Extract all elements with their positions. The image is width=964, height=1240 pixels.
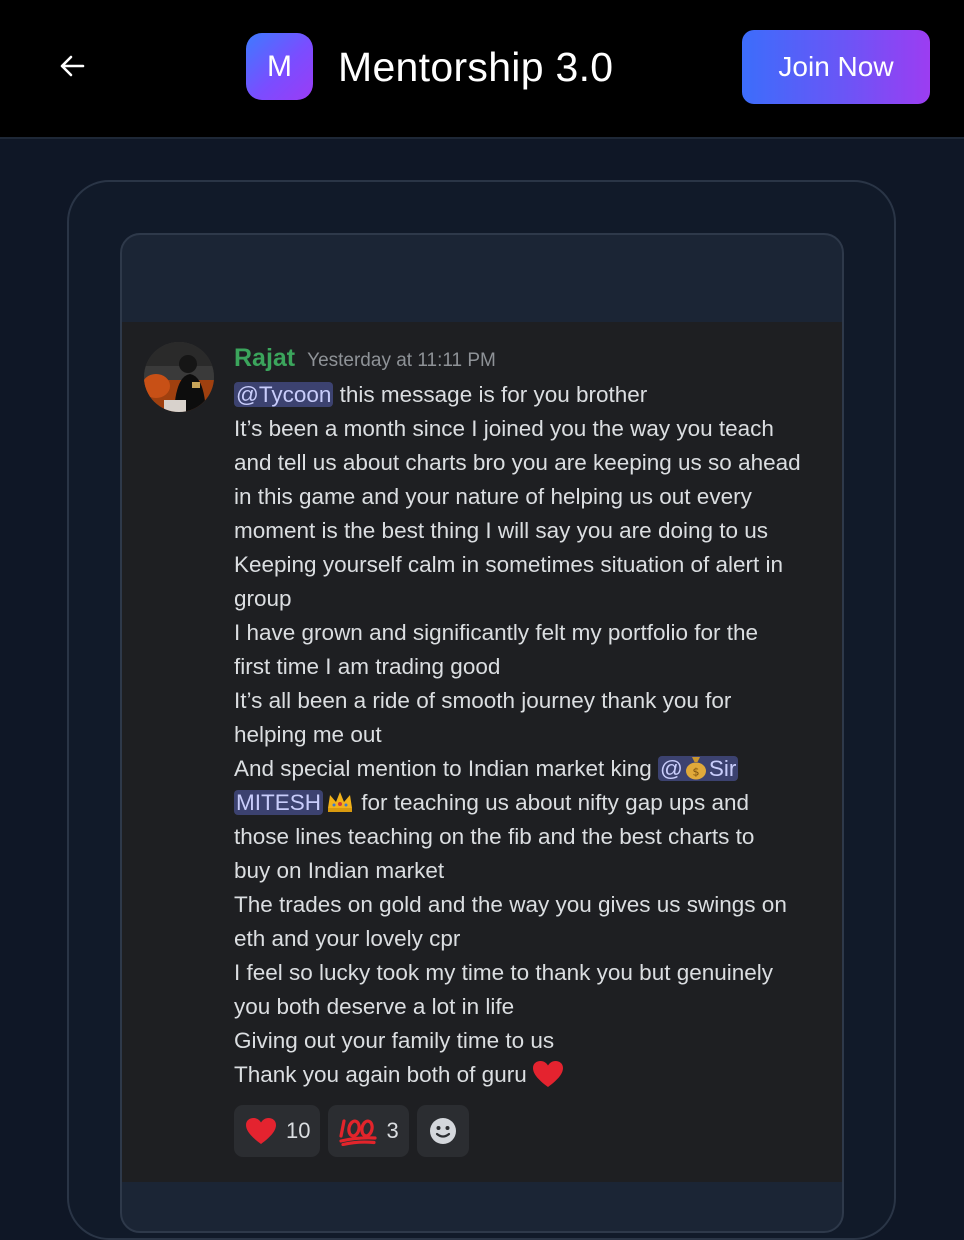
add-reaction-button[interactable] [416, 1105, 469, 1157]
message-line: Keeping yourself calm in sometimes situa… [234, 552, 784, 577]
message-line: Giving out your family time to us [234, 1028, 555, 1053]
message-line: and tell us about charts bro you are kee… [234, 450, 801, 475]
message-line: MITESH for teaching us about nifty gap u… [234, 790, 750, 815]
chat-message: Rajat Yesterday at 11:11 PM @Tycoon this … [122, 322, 842, 1182]
crown-icon [328, 792, 353, 812]
message-line: I have grown and significantly felt my p… [234, 620, 759, 645]
message-line: The trades on gold and the way you gives… [234, 892, 787, 917]
screenshot-frame: Rajat Yesterday at 11:11 PM @Tycoon this … [120, 233, 844, 1233]
logo-letter: M [267, 49, 292, 83]
message-line: It’s been a month since I joined you the… [234, 416, 774, 441]
money-bag-icon: $ [685, 757, 706, 780]
avatar[interactable] [144, 342, 214, 412]
message-line: those lines teaching on the fib and the … [234, 824, 755, 849]
add-reaction-icon [429, 1118, 456, 1144]
message-line: Thank you again both of guru [234, 1058, 834, 1092]
message-line: group [234, 586, 292, 611]
message-line: moment is the best thing I will say you … [234, 518, 769, 543]
message-line: And special mention to Indian market kin… [234, 756, 739, 781]
back-arrow-icon[interactable] [52, 46, 92, 86]
svg-text:$: $ [692, 766, 699, 779]
message-line: @Tycoon this message is for you brother [234, 382, 648, 407]
mention-tycoon[interactable]: @Tycoon [234, 382, 334, 407]
reaction-count: 10 [286, 1118, 311, 1143]
reactions-bar: 10 3 [234, 1105, 469, 1157]
message-line: eth and your lovely cpr [234, 926, 461, 951]
mention-sir-mitesh[interactable]: @ $ Sir [657, 756, 739, 781]
message-line: first time I am trading good [234, 654, 501, 679]
message-header: Rajat Yesterday at 11:11 PM [234, 344, 496, 380]
timestamp: Yesterday at 11:11 PM [307, 350, 496, 371]
message-line: helping me out [234, 722, 382, 747]
page-title: Mentorship 3.0 [338, 44, 614, 90]
red-heart-icon [532, 1061, 563, 1087]
heart-icon [246, 1118, 276, 1144]
message-line: you both deserve a lot in life [234, 994, 515, 1019]
message-line: in this game and your nature of helping … [234, 484, 752, 509]
reaction-count: 3 [386, 1118, 399, 1143]
message-line: It’s all been a ride of smooth journey t… [234, 688, 732, 713]
community-logo: M [246, 33, 313, 100]
message-line: I feel so lucky took my time to thank yo… [234, 960, 774, 985]
hundred-points-icon [339, 1119, 378, 1146]
author-name[interactable]: Rajat [234, 344, 295, 372]
message-line: buy on Indian market [234, 858, 445, 883]
reaction-heart[interactable]: 10 [234, 1105, 321, 1157]
top-bar: M Mentorship 3.0 Join Now [0, 0, 964, 139]
mention-mitesh[interactable]: MITESH [234, 790, 324, 815]
reaction-hundred[interactable]: 3 [328, 1105, 409, 1157]
message-body: @Tycoon this message is for you brother … [234, 378, 834, 1092]
join-now-button[interactable]: Join Now [742, 30, 930, 104]
